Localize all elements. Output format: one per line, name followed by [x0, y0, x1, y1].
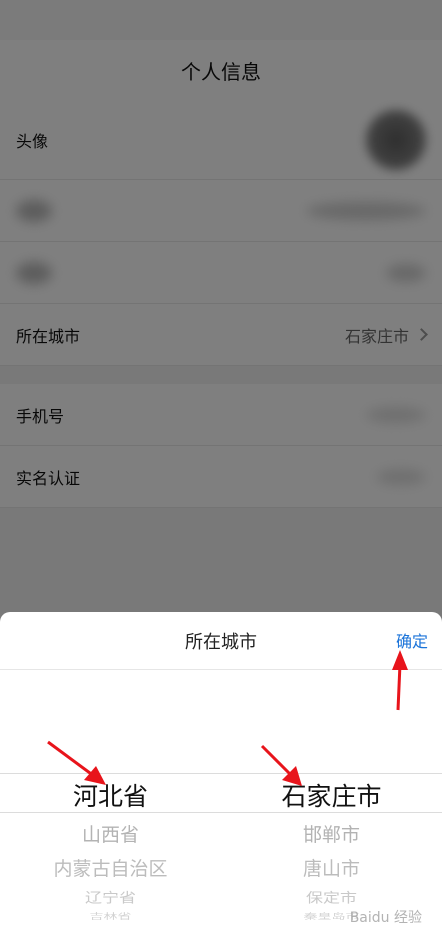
- sheet-title: 所在城市: [185, 631, 257, 653]
- province-column[interactable]: 河北省 山西省 内蒙古自治区 辽宁省 吉林省: [0, 670, 221, 937]
- city-selected[interactable]: 石家庄市: [221, 777, 442, 813]
- province-option[interactable]: 内蒙古自治区: [0, 854, 221, 881]
- province-option[interactable]: 吉林省: [0, 911, 221, 922]
- sheet-header: 所在城市 确定: [0, 612, 442, 670]
- province-option[interactable]: 山西省: [0, 820, 221, 847]
- city-option[interactable]: 邯郸市: [221, 820, 442, 847]
- province-option[interactable]: 辽宁省: [0, 887, 221, 907]
- city-option[interactable]: 保定市: [221, 887, 442, 907]
- annotation-arrow-province: [47, 740, 106, 785]
- province-selected[interactable]: 河北省: [0, 777, 221, 813]
- confirm-button[interactable]: 确定: [396, 628, 428, 652]
- annotation-arrow-confirm: [392, 650, 408, 711]
- city-option[interactable]: 唐山市: [221, 854, 442, 881]
- annotation-arrow-city: [260, 744, 302, 786]
- watermark: Baidu 经验: [349, 910, 422, 926]
- city-picker: 河北省 山西省 内蒙古自治区 辽宁省 吉林省 石家庄市 邯郸市 唐山市 保定市 …: [0, 670, 442, 937]
